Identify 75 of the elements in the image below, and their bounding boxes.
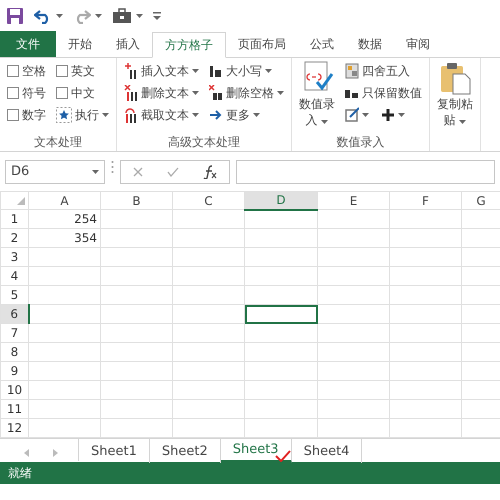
table-cell: 254: [28, 210, 100, 228]
column-header[interactable]: G: [462, 192, 500, 210]
checkbox[interactable]: [56, 65, 68, 77]
ribbon-tab[interactable]: 页面布局: [226, 31, 298, 57]
checkbox-label: 中文: [71, 85, 95, 102]
plus-icon: [381, 107, 395, 123]
ribbon-button[interactable]: 删除空格: [207, 82, 286, 104]
ribbon-tab[interactable]: 文件: [0, 31, 56, 57]
pencil-icon: [345, 107, 359, 123]
ribbon-button[interactable]: 数值录 入: [297, 60, 337, 133]
group-title: 文本处理: [33, 134, 83, 151]
column-header[interactable]: E: [318, 192, 390, 210]
row-header[interactable]: 2: [0, 228, 28, 248]
scroll-left-icon[interactable]: [24, 449, 29, 457]
scroll-right-icon[interactable]: [53, 449, 58, 457]
row-header[interactable]: 12: [0, 418, 28, 438]
grip-icon: [111, 160, 114, 174]
column-header[interactable]: D: [244, 192, 318, 210]
ribbon-button[interactable]: 执行: [54, 104, 111, 126]
checkbox[interactable]: [56, 87, 68, 99]
column-header[interactable]: F: [390, 192, 462, 210]
formula-input[interactable]: [236, 160, 495, 184]
ribbon-button[interactable]: 四舍五入: [343, 60, 424, 82]
group-title: 高级文本处理: [167, 134, 241, 151]
ribbon-button[interactable]: 删除文本: [122, 82, 201, 104]
table-cell: 354: [28, 228, 100, 248]
caret-icon: [92, 170, 99, 174]
row-header[interactable]: 10: [0, 380, 28, 400]
ribbon-tab[interactable]: 方方格子: [152, 32, 226, 58]
row-header[interactable]: 11: [0, 400, 28, 418]
checkbox-label: 符号: [22, 85, 46, 102]
sheet-tab[interactable]: Sheet3: [220, 439, 292, 463]
row-header[interactable]: 7: [0, 324, 28, 342]
ribbon-tab[interactable]: 数据: [346, 31, 394, 57]
group-title: 数值录入: [336, 134, 386, 151]
status-text: 就绪: [8, 465, 32, 482]
column-header[interactable]: B: [100, 192, 172, 210]
insert-text-icon: [124, 63, 138, 79]
triangle-icon: [17, 197, 25, 206]
select-all-corner[interactable]: [0, 192, 28, 210]
name-box[interactable]: D6: [5, 160, 105, 184]
delete-space-icon: [209, 85, 223, 101]
active-cell[interactable]: [244, 304, 318, 324]
ribbon-tab[interactable]: 公式: [298, 31, 346, 57]
ribbon-button[interactable]: 插入文本: [122, 60, 201, 82]
checkbox-label: 空格: [22, 63, 46, 80]
checkbox-label: 英文: [71, 63, 95, 80]
checkbox[interactable]: [7, 87, 19, 99]
save-icon[interactable]: [6, 7, 24, 25]
ribbon-button[interactable]: 复制粘 贴: [435, 60, 475, 133]
ribbon-tab[interactable]: 开始: [56, 31, 104, 57]
ribbon-button[interactable]: 更多: [207, 104, 286, 126]
checkbox[interactable]: [7, 65, 19, 77]
column-header[interactable]: A: [28, 192, 100, 210]
row-header[interactable]: 6: [0, 304, 28, 324]
row-header[interactable]: 3: [0, 248, 28, 266]
ribbon-button[interactable]: 截取文本: [122, 104, 201, 126]
ribbon-button[interactable]: 只保留数值: [343, 82, 424, 104]
column-header[interactable]: C: [172, 192, 244, 210]
check-icon[interactable]: [167, 167, 179, 177]
row-header[interactable]: 8: [0, 342, 28, 362]
ribbon-tab[interactable]: 审阅: [394, 31, 442, 57]
briefcase-icon[interactable]: [112, 8, 132, 24]
close-icon[interactable]: [133, 167, 143, 177]
ribbon-tab[interactable]: 插入: [104, 31, 152, 57]
delete-text-icon: [124, 85, 138, 101]
checkbox-label: 数字: [22, 107, 46, 124]
customize-icon[interactable]: [153, 11, 161, 21]
ribbon-button[interactable]: 大小写: [207, 60, 286, 82]
checkbox[interactable]: [7, 109, 19, 121]
row-header[interactable]: 9: [0, 362, 28, 380]
row-header[interactable]: 1: [0, 210, 28, 228]
row-header[interactable]: 4: [0, 266, 28, 286]
function-icon[interactable]: [203, 165, 217, 179]
extract-text-icon: [124, 107, 138, 123]
